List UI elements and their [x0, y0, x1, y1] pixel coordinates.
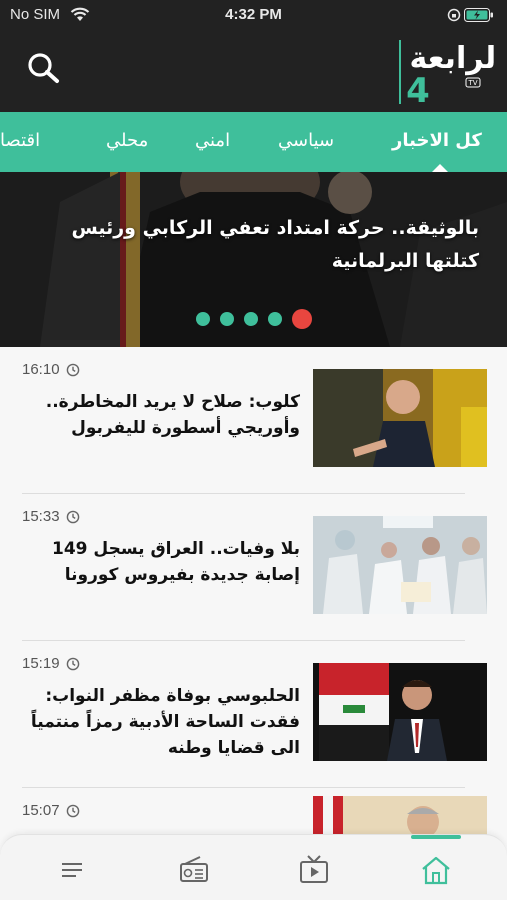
radio-icon — [180, 856, 208, 882]
nav-tv-button[interactable] — [294, 853, 334, 887]
news-headline: بلا وفيات.. العراق يسجل 149 إصابة جديدة … — [52, 539, 300, 585]
news-list: 16:10 كلوب: صلاح لا يريد المخاطرة.. وأور… — [0, 347, 507, 900]
clock-time: 4:32 PM — [225, 6, 282, 23]
tv-icon — [300, 855, 328, 883]
home-icon — [422, 856, 450, 885]
tab-local[interactable]: محلي — [106, 130, 148, 151]
category-tabs: كل الاخبار سياسي امني محلي اقتصاد — [0, 112, 507, 172]
nav-menu-button[interactable] — [52, 853, 92, 887]
battery-icon — [464, 8, 493, 22]
hero-slider[interactable]: بالوثيقة.. حركة امتداد تعفي الركابي ورئي… — [0, 172, 507, 347]
active-tab-indicator — [432, 164, 448, 172]
news-thumbnail — [313, 516, 487, 614]
news-item[interactable]: 15:19 الحلبوسي بوفاة مظفر النواب: فقدت ا… — [0, 641, 507, 788]
slider-dot[interactable] — [268, 312, 282, 326]
news-headline: كلوب: صلاح لا يريد المخاطرة.. وأوريجي أس… — [45, 392, 300, 438]
news-thumbnail — [313, 369, 487, 467]
search-icon — [28, 53, 59, 83]
slider-dot[interactable] — [196, 312, 210, 326]
tab-economy[interactable]: اقتصاد — [0, 130, 40, 151]
hero-headline: بالوثيقة.. حركة امتداد تعفي الركابي ورئي… — [71, 217, 479, 272]
status-bar: No SIM 4:32 PM — [0, 0, 507, 30]
active-nav-indicator — [411, 835, 461, 839]
logo-badge: TV — [467, 79, 477, 87]
news-item[interactable]: 15:33 بلا وفيات.. العراق يسجل 149 إصابة … — [0, 494, 507, 641]
logo-digit: 4 — [406, 71, 430, 108]
news-time: 15:19 — [22, 655, 60, 672]
clock-icon — [66, 510, 80, 524]
menu-icon — [62, 863, 82, 877]
news-thumbnail — [313, 663, 487, 761]
nav-radio-button[interactable] — [174, 853, 214, 887]
app-logo: الرابعة 4 TV — [399, 40, 498, 108]
slider-dot-active[interactable] — [292, 309, 312, 329]
clock-icon — [66, 657, 80, 671]
news-headline: الحلبوسي بوفاة مظفر النواب: فقدت الساحة … — [30, 686, 300, 758]
orientation-lock-icon — [447, 8, 461, 22]
app-header: الرابعة 4 TV — [0, 30, 507, 112]
bottom-navigation — [0, 834, 507, 900]
news-time: 15:07 — [22, 802, 60, 819]
clock-icon — [66, 804, 80, 818]
slider-dot[interactable] — [244, 312, 258, 326]
search-button[interactable] — [24, 50, 64, 90]
tab-security[interactable]: امني — [195, 130, 230, 151]
news-time: 16:10 — [22, 361, 60, 378]
slider-dot[interactable] — [220, 312, 234, 326]
news-time: 15:33 — [22, 508, 60, 525]
tab-all-news[interactable]: كل الاخبار — [392, 130, 482, 151]
nav-home-button[interactable] — [416, 853, 456, 887]
tab-political[interactable]: سياسي — [278, 130, 334, 151]
clock-icon — [66, 363, 80, 377]
news-item[interactable]: 16:10 كلوب: صلاح لا يريد المخاطرة.. وأور… — [0, 347, 507, 494]
